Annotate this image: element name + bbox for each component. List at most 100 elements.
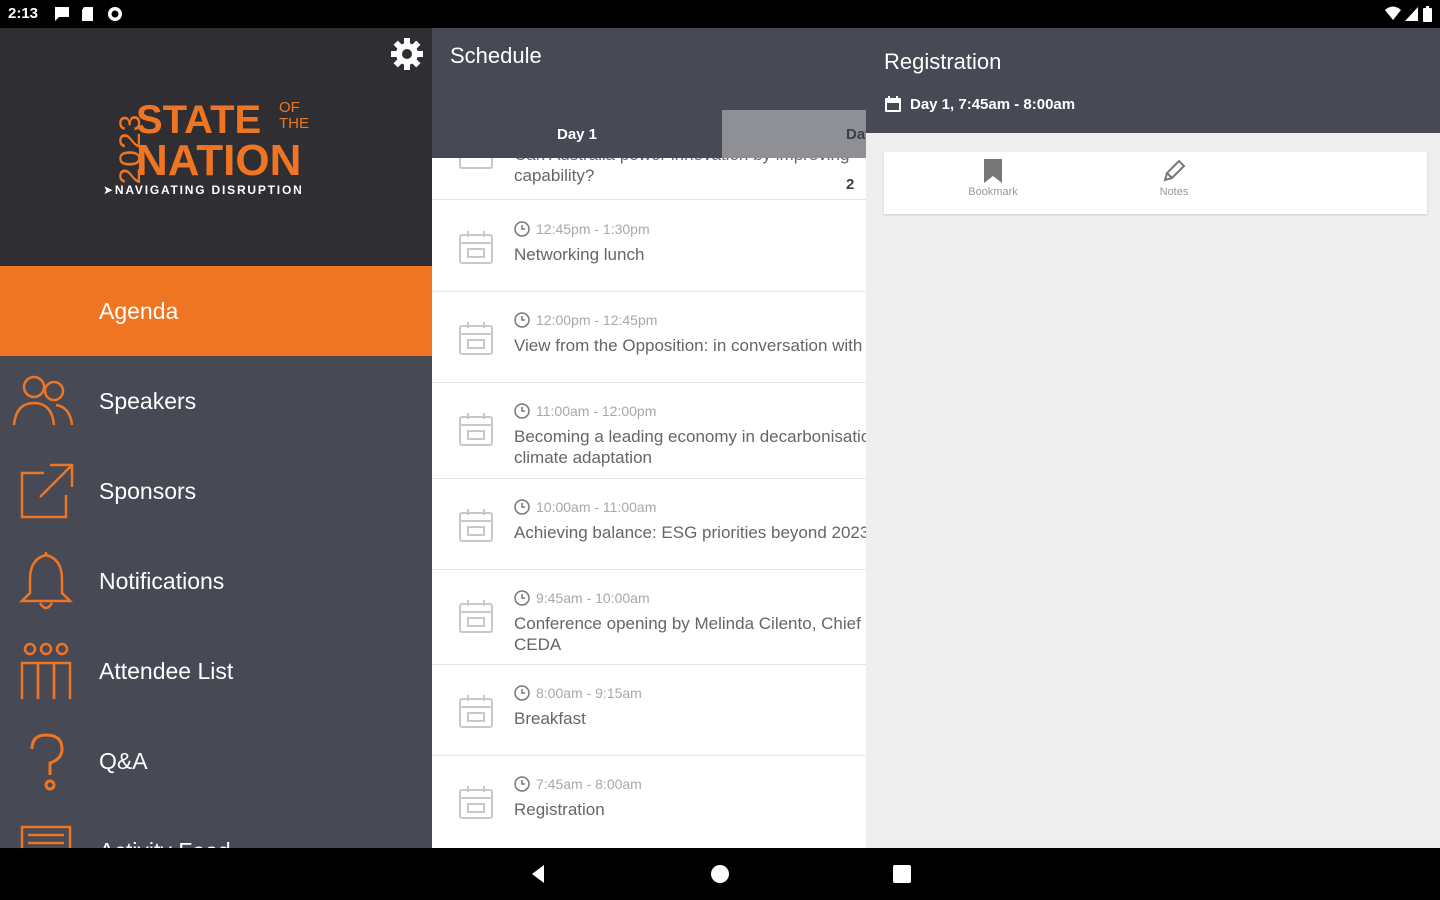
session-title-line2: capability? <box>514 166 595 185</box>
page-title: Schedule <box>450 43 542 68</box>
sidebar-item-label: Speakers <box>99 388 197 414</box>
bell-icon <box>18 551 74 610</box>
bookmark-button[interactable]: Bookmark <box>953 158 1033 198</box>
calendar-icon <box>459 695 493 728</box>
detail-subtitle-row: Day 1, 7:45am - 8:00am <box>884 95 1075 113</box>
drawer-header: 2023 STATE OF THE NATION ➤NAVIGATING DIS… <box>0 28 432 266</box>
calendar-icon <box>459 322 493 355</box>
notes-button[interactable]: Notes <box>1134 158 1214 198</box>
session-time-row: 10:00am - 11:00am <box>514 499 656 515</box>
tab-day-1[interactable]: Day 1 <box>432 110 722 158</box>
system-nav-bar <box>0 848 1440 900</box>
sd-card-icon <box>82 7 93 21</box>
sidebar-item-label: Activity Feed <box>99 838 231 848</box>
session-time-row: 11:00am - 12:00pm <box>514 403 656 419</box>
calendar-icon <box>459 413 493 446</box>
session-time: 8:00am - 9:15am <box>536 685 642 701</box>
detail-header: Registration Day 1, 7:45am - 8:00am <box>866 28 1440 133</box>
sidebar-item-label: Sponsors <box>99 478 197 504</box>
sidebar-item-notifications[interactable]: Notifications <box>0 536 432 626</box>
session-time: 11:00am - 12:00pm <box>536 403 657 419</box>
logo-of-the: OF THE <box>279 99 309 132</box>
sidebar-item-label: Attendee List <box>99 658 234 684</box>
calendar-icon <box>459 231 493 264</box>
notes-label: Notes <box>1159 186 1189 198</box>
session-row[interactable]: 8:00am - 9:15am Breakfast <box>432 665 866 756</box>
sidebar-item-agenda[interactable]: Agenda <box>0 266 432 356</box>
session-row[interactable]: 12:00pm - 12:45pm View from the Oppositi… <box>432 292 866 383</box>
schedule-panel: Schedule Day 1 Day 2 Can Australia power… <box>432 28 866 848</box>
message-icon <box>55 7 69 21</box>
session-time-row: 12:45pm - 1:30pm <box>514 221 650 237</box>
gear-icon[interactable] <box>389 36 425 72</box>
calendar-icon <box>459 600 493 633</box>
session-time: 12:45pm - 1:30pm <box>536 221 650 237</box>
session-title: Breakfast <box>514 709 586 728</box>
signal-icon <box>1405 7 1418 21</box>
navigation-drawer: 2023 STATE OF THE NATION ➤NAVIGATING DIS… <box>0 28 432 848</box>
session-row[interactable]: 9:45am - 10:00am Conference opening by M… <box>432 570 866 665</box>
session-title: Achieving balance: ESG priorities beyond… <box>514 523 866 542</box>
question-icon <box>30 733 64 791</box>
group-icon <box>20 642 72 699</box>
sidebar-item-speakers[interactable]: Speakers <box>0 356 432 446</box>
session-title: Conference opening by Melinda Cilento, C… <box>514 614 866 633</box>
status-bar: 2:13 <box>0 0 1440 28</box>
session-title-line2: climate adaptation <box>514 448 652 467</box>
wifi-icon <box>1385 6 1401 20</box>
event-logo: 2023 STATE OF THE NATION ➤NAVIGATING DIS… <box>103 98 333 208</box>
back-icon[interactable] <box>526 862 550 886</box>
external-link-icon <box>20 463 74 519</box>
logo-tagline: ➤NAVIGATING DISRUPTION <box>103 183 304 197</box>
clock-icon <box>514 403 530 419</box>
clock-icon <box>514 499 530 515</box>
sidebar-item-sponsors[interactable]: Sponsors <box>0 446 432 536</box>
clock-icon <box>514 590 530 606</box>
bookmark-label: Bookmark <box>968 186 1018 198</box>
session-title: Becoming a leading economy in decarbonis… <box>514 427 866 446</box>
session-title-line2: CEDA <box>514 635 562 654</box>
recents-icon[interactable] <box>890 862 914 886</box>
clock-icon <box>514 776 530 792</box>
session-title: View from the Opposition: in conversatio… <box>514 336 863 355</box>
bookmark-icon <box>984 159 1002 183</box>
sidebar-item-label: Q&A <box>99 748 148 774</box>
sidebar-item-qa[interactable]: Q&A <box>0 716 432 806</box>
calendar-icon <box>459 786 493 819</box>
detail-subtitle: Day 1, 7:45am - 8:00am <box>910 95 1076 113</box>
detail-title: Registration <box>884 49 1002 74</box>
status-time: 2:13 <box>8 5 39 22</box>
session-time-row: 12:00pm - 12:45pm <box>514 312 657 328</box>
session-title: Networking lunch <box>514 245 645 264</box>
calendar-icon <box>885 96 901 112</box>
pencil-icon <box>1163 159 1186 182</box>
session-detail-panel: Registration Day 1, 7:45am - 8:00am Book… <box>866 28 1440 848</box>
session-time-row: 8:00am - 9:15am <box>514 685 642 701</box>
people-icon <box>12 375 74 426</box>
sidebar-item-attendee-list[interactable]: Attendee List <box>0 626 432 716</box>
clock-icon <box>514 685 530 701</box>
detail-actions-card: Bookmark Notes <box>884 152 1427 214</box>
feed-icon <box>20 825 72 848</box>
schedule-header: Schedule Day 1 Day 2 <box>432 28 866 193</box>
logo-nation: NATION <box>136 136 302 185</box>
sidebar-item-label: Agenda <box>99 298 179 324</box>
session-time: 10:00am - 11:00am <box>536 499 657 515</box>
home-icon[interactable] <box>708 862 732 886</box>
session-row[interactable]: 7:45am - 8:00am Registration <box>432 756 866 848</box>
session-row[interactable]: 10:00am - 11:00am Achieving balance: ESG… <box>432 479 866 570</box>
calendar-icon <box>459 509 493 542</box>
session-row[interactable]: 12:45pm - 1:30pm Networking lunch <box>432 201 866 292</box>
sidebar-item-activity-feed[interactable]: Activity Feed <box>0 806 432 848</box>
status-right <box>1385 6 1432 22</box>
clock-icon <box>514 312 530 328</box>
session-time: 7:45am - 8:00am <box>536 776 642 792</box>
tab-day-2[interactable]: Day 2 <box>722 110 866 193</box>
session-time-row: 7:45am - 8:00am <box>514 776 642 792</box>
clock-icon <box>514 221 530 237</box>
sync-icon <box>108 7 122 21</box>
session-title: Registration <box>514 800 605 819</box>
battery-icon <box>1423 6 1432 22</box>
session-row[interactable]: 11:00am - 12:00pm Becoming a leading eco… <box>432 383 866 479</box>
session-time: 9:45am - 10:00am <box>536 590 650 606</box>
